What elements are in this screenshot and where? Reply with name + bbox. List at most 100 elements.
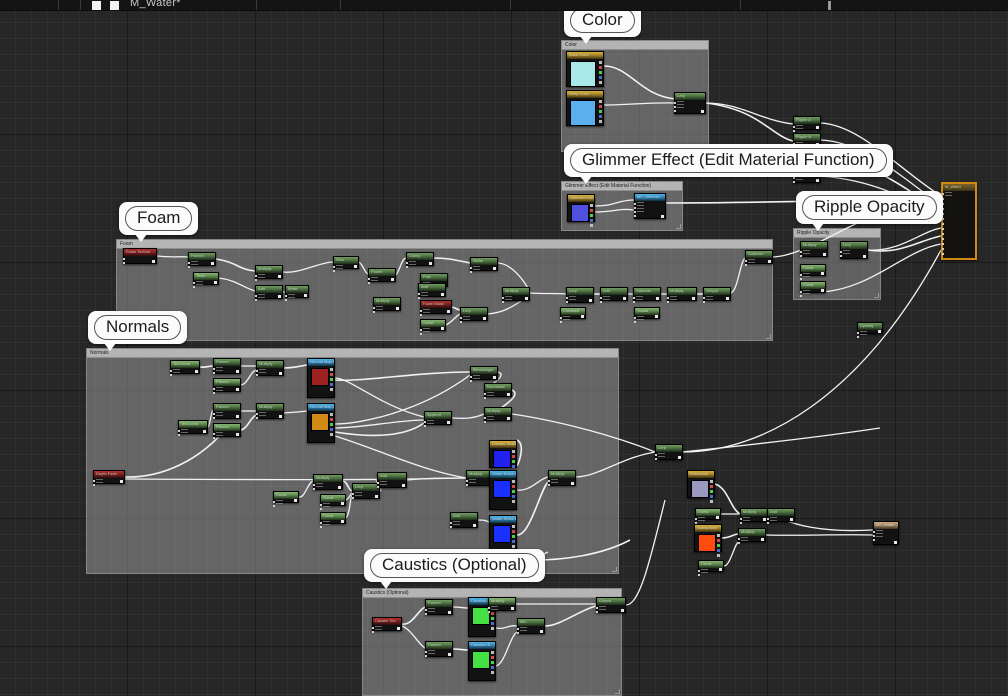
node-output-pin-a[interactable]	[491, 671, 494, 674]
node-input-pin[interactable]	[255, 299, 257, 301]
node-foam-const[interactable]: Constant	[560, 307, 586, 323]
node-input-pin[interactable]	[484, 417, 486, 419]
node-input-pin[interactable]	[256, 413, 258, 415]
node-input-pin[interactable]	[93, 480, 95, 482]
node-norm-b1[interactable]: TexCoord	[178, 420, 208, 436]
node-foam-mult1[interactable]: Multiply	[255, 265, 283, 281]
node-output-pin[interactable]	[493, 376, 496, 379]
node-output-pin-r[interactable]	[599, 66, 602, 69]
node-output-pin-g[interactable]	[330, 423, 333, 426]
node-input-pin[interactable]	[488, 611, 490, 613]
node-input-pin[interactable]	[800, 278, 802, 280]
node-input-pin[interactable]	[484, 397, 486, 399]
node-input-pin[interactable]	[372, 631, 374, 633]
node-output-pin-r[interactable]	[710, 485, 713, 488]
node-input-pin[interactable]	[178, 430, 180, 432]
node-input-pin[interactable]	[703, 301, 705, 303]
node-output-pin[interactable]	[661, 215, 664, 218]
node-input-pin[interactable]	[425, 655, 427, 657]
node-rt-param1[interactable]: Refraction	[687, 470, 715, 503]
node-caust-mul[interactable]: Multiply	[488, 597, 516, 613]
node-output-pin[interactable]	[448, 611, 451, 614]
node-input-pin[interactable]	[840, 255, 842, 257]
node-norm-d5[interactable]: Lerp	[352, 483, 380, 499]
node-output-pin-r[interactable]	[491, 612, 494, 615]
node-rt-param2[interactable]: Subsurface	[694, 524, 722, 557]
node-output-pin-b[interactable]	[512, 465, 515, 468]
node-input-pin[interactable]	[285, 295, 287, 297]
node-input-pin[interactable]	[793, 181, 795, 183]
node-rt-m3[interactable]: Multiply	[738, 528, 766, 544]
node-input-pin[interactable]	[460, 317, 462, 319]
node-output-pin[interactable]	[483, 317, 486, 320]
node-input-pin[interactable]	[188, 262, 190, 264]
node-input-pin[interactable]	[560, 321, 562, 323]
node-norm-d1[interactable]: Const	[273, 491, 299, 507]
node-foam-sine[interactable]: Sine	[333, 256, 359, 272]
node-input-pin[interactable]	[213, 433, 215, 435]
wire[interactable]	[721, 533, 739, 539]
node-foam-power[interactable]: Power	[368, 268, 396, 284]
node-input-pin[interactable]	[745, 264, 747, 266]
node-color-swatch[interactable]	[311, 368, 329, 386]
node-input-pin[interactable]	[596, 611, 598, 613]
node-mid-mult2[interactable]: Multiply	[548, 470, 576, 486]
node-input-pin[interactable]	[517, 632, 519, 634]
node-output-pin-a[interactable]	[330, 413, 333, 416]
node-foam-noise[interactable]: Noise	[470, 257, 498, 273]
node-input-pin[interactable]	[320, 522, 322, 524]
node-input-pin[interactable]	[333, 266, 335, 268]
node-norm-d6[interactable]: Add	[377, 472, 407, 488]
node-caust-p2[interactable]: Panner	[425, 641, 453, 657]
node-output-pin-a[interactable]	[491, 651, 494, 654]
node-output-pin-b[interactable]	[590, 219, 593, 222]
node-output-pin[interactable]	[195, 370, 198, 373]
node-output-pin[interactable]	[214, 281, 217, 284]
node-input-pin[interactable]	[548, 484, 550, 486]
node-output-pin-g[interactable]	[590, 214, 593, 217]
node-input-pin[interactable]	[313, 488, 315, 490]
node-input-pin[interactable]	[942, 243, 944, 245]
node-input-pin[interactable]	[424, 421, 426, 423]
comment-resize-grip[interactable]	[612, 567, 617, 572]
node-output-pin[interactable]	[279, 372, 282, 375]
node-input-pin[interactable]	[942, 253, 944, 255]
node-output-pin[interactable]	[761, 538, 764, 541]
node-input-pin[interactable]	[800, 255, 802, 257]
node-output-pin-b[interactable]	[512, 495, 515, 498]
node-output-pin-g[interactable]	[512, 535, 515, 538]
node-output-pin-a[interactable]	[599, 61, 602, 64]
node-norm-d2[interactable]: Multiply	[313, 474, 343, 490]
node-norm-a1[interactable]: TexCoord	[170, 360, 200, 376]
node-foam-mask[interactable]: Mask	[285, 285, 309, 301]
node-mid-add[interactable]: Add	[450, 512, 478, 528]
node-foam-add2[interactable]: Add	[600, 287, 628, 303]
node-input-pin[interactable]	[213, 368, 215, 370]
node-output-pin[interactable]	[726, 297, 729, 300]
node-output-pin-b[interactable]	[330, 428, 333, 431]
node-norm-c3[interactable]: Append	[424, 411, 452, 427]
node-output-pin-b[interactable]	[710, 495, 713, 498]
node-input-pin[interactable]	[800, 251, 802, 253]
node-output-pin-b[interactable]	[512, 540, 515, 543]
node-output-pin[interactable]	[894, 541, 897, 544]
node-input-pin[interactable]	[313, 484, 315, 486]
node-output-pin[interactable]	[581, 315, 584, 318]
node-input-pin[interactable]	[373, 307, 375, 309]
node-ripple-sub-a[interactable]: Multiply	[800, 241, 828, 257]
node-output-pin-g[interactable]	[710, 490, 713, 493]
node-output-pin[interactable]	[716, 516, 719, 519]
node-output-pin-a[interactable]	[599, 100, 602, 103]
node-input-pin[interactable]	[703, 297, 705, 299]
node-output-pin[interactable]	[391, 278, 394, 281]
node-norm-b3[interactable]: Panner	[213, 423, 241, 439]
wire[interactable]	[625, 499, 666, 606]
node-color-swatch[interactable]	[570, 61, 596, 87]
node-output-pin-g[interactable]	[599, 71, 602, 74]
node-output-pin-a[interactable]	[330, 368, 333, 371]
node-output-pin[interactable]	[656, 297, 659, 300]
node-input-pin[interactable]	[484, 393, 486, 395]
node-output-pin[interactable]	[763, 518, 766, 521]
node-output-pin[interactable]	[540, 630, 543, 633]
node-norm-d4[interactable]: Const	[320, 512, 346, 528]
